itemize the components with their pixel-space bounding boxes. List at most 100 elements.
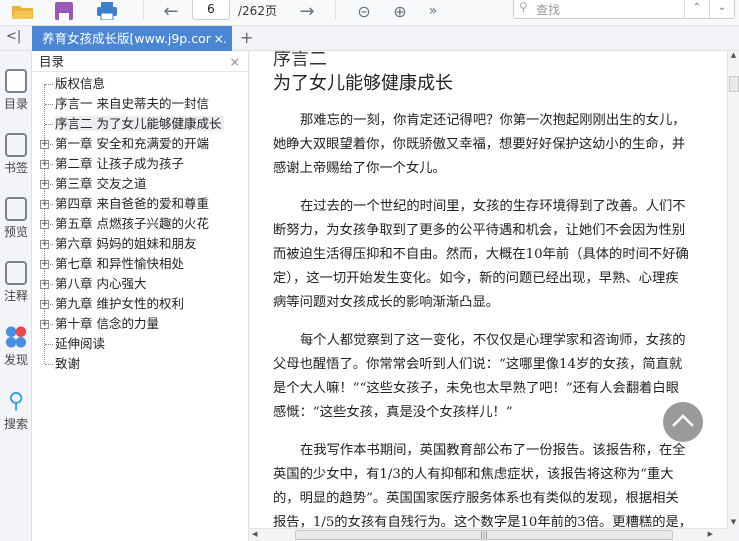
search-prev-button[interactable]: ⌃ [684, 0, 709, 18]
toc-item[interactable]: + 第二章 让孩子成为孩子 [32, 154, 248, 174]
toc-item[interactable]: + 第六章 妈妈的姐妹和朋友 [32, 234, 248, 254]
expand-icon[interactable]: + [40, 140, 49, 149]
rail-item-search[interactable]: ⚲ 搜索 [0, 389, 32, 432]
paragraph: 那难忘的一刻，你肯定还记得吧？你第一次抱起刚刚出生的女儿， 她睁大双眼望着你，你既… [273, 109, 693, 181]
print-icon[interactable] [94, 0, 120, 22]
tab-bar: <| 养育女孩成长版[www.j9p.com]. × + [0, 26, 739, 51]
toc-item[interactable]: + 第十章 信念的力量 [32, 314, 248, 334]
save-icon[interactable] [52, 0, 76, 22]
toc-item[interactable]: + 第八章 内心强大 [32, 274, 248, 294]
paragraph: 在我写作本书期间，英国教育部公布了一份报告。该报告称，在全英国的少女中，有1/3… [273, 439, 693, 528]
toc-item-label: 第二章 让孩子成为孩子 [55, 156, 184, 171]
horizontal-scroll-thumb[interactable]: ||| [295, 530, 673, 540]
horizontal-scrollbar[interactable]: ◀ ||| ▶ [250, 528, 727, 541]
text-line: 定），这一切开始发生变化。如今，新的问题已经出现，早熟、心理疾 [273, 271, 679, 286]
previous-page-arrow-icon[interactable]: ← [158, 0, 184, 22]
text-line: 而被迫生活得压抑和不自由。然而，大概在10年前（具体的时间不好确 [273, 247, 689, 262]
toc-item[interactable]: 序言一 来自史蒂夫的一封信 [32, 94, 248, 114]
toc-item-label: 第八章 内心强大 [55, 276, 147, 291]
toc-item[interactable]: 版权信息 [32, 74, 248, 94]
expand-icon[interactable]: + [40, 200, 49, 209]
toc-item-label: 第四章 来自爸爸的爱和尊重 [55, 196, 209, 211]
rail-item-preview[interactable]: 预览 [0, 197, 32, 240]
text-line: 每个人都觉察到了这一变化，不仅仅是心理学家和咨询师，女孩的 [300, 333, 686, 348]
text-line: 感谢上帝赐给了你一个女儿。 [273, 161, 446, 176]
page-number-input[interactable]: 6 [192, 0, 230, 20]
toc-item-label: 序言一 来自史蒂夫的一封信 [55, 96, 209, 111]
toc-item[interactable]: + 第七章 和异性愉快相处 [32, 254, 248, 274]
bookmark-icon [5, 133, 27, 157]
text-line: 感慨：“这些女孩，真是没个女孩样儿！” [273, 405, 513, 420]
open-folder-icon[interactable] [10, 0, 36, 22]
expand-icon[interactable]: + [40, 280, 49, 289]
toc-item[interactable]: + 第五章 点燃孩子兴趣的火花 [32, 214, 248, 234]
toc-item[interactable]: + 第一章 安全和充满爱的开端 [32, 134, 248, 154]
rail-item-annotations[interactable]: 注释 [0, 261, 32, 304]
text-line: 是个大人嘛！”“这些女孩子，未免也太早熟了吧！”还有人会翻着白眼 [273, 381, 680, 396]
collapse-sidebar-icon[interactable]: <| [6, 29, 21, 44]
magnifier-icon: ⚲ [7, 389, 25, 414]
zoom-in-icon[interactable]: ⊕ [388, 0, 412, 22]
new-tab-button[interactable]: + [240, 28, 253, 47]
rail-item-toc[interactable]: 目录 [0, 69, 32, 112]
list-icon [5, 69, 27, 93]
toc-item[interactable]: + 第三章 交友之道 [32, 174, 248, 194]
tab-close-button[interactable]: × [210, 26, 224, 51]
rail-label: 预览 [3, 225, 28, 239]
text-line: 报告，1/5的女孩有自残行为。这个数字是10年前的3倍。更糟糕的是， [273, 515, 693, 528]
zoom-out-icon[interactable]: ⊝ [352, 0, 376, 22]
toc-item[interactable]: 延伸阅读 [32, 334, 248, 354]
paragraph: 每个人都觉察到了这一变化，不仅仅是心理学家和咨询师，女孩的父母也醒悟了。你常常会… [273, 329, 693, 425]
toc-header: 目录 × [32, 51, 248, 72]
text-line: 她睁大双眼望着你，你既骄傲又幸福，想要好好保护这幼小的生命，并 [273, 137, 686, 152]
toc-panel: 目录 × 版权信息序言一 来自史蒂夫的一封信序言二 为了女儿能够健康成长 + 第一章 … [32, 51, 249, 541]
document-page: 序言二 为了女儿能够健康成长 那难忘的一刻，你肯定还记得吧？你第一次抱起刚刚出生… [250, 51, 727, 528]
expand-icon[interactable]: + [40, 260, 49, 269]
rail-label: 注释 [3, 289, 28, 303]
rail-item-bookmarks[interactable]: 书签 [0, 133, 32, 176]
more-icon[interactable]: » [424, 0, 442, 22]
expand-icon[interactable]: + [40, 300, 49, 309]
rail-item-discover[interactable]: 发现 [0, 325, 32, 368]
text-line: 在我写作本书期间，英国教育部公布了一份报告。该报告称，在全 [300, 443, 686, 458]
search-input[interactable]: 查找 [536, 1, 560, 18]
search-next-button[interactable]: ⌄ [709, 0, 734, 18]
rail-label: 发现 [3, 353, 28, 367]
toc-item-label: 第九章 维护女性的权利 [55, 296, 184, 311]
expand-icon[interactable]: + [40, 220, 49, 229]
toc-item[interactable]: + 第四章 来自爸爸的爱和尊重 [32, 194, 248, 214]
toc-item[interactable]: 致谢 [32, 354, 248, 374]
next-page-arrow-icon[interactable]: → [294, 0, 320, 22]
toc-item-label: 第三章 交友之道 [55, 176, 147, 191]
tab-title: 养育女孩成长版[www.j9p.com]. [42, 31, 227, 46]
text-line: 父母也醒悟了。你常常会听到人们说：“这哪里像14岁的女孩，简直就 [273, 357, 683, 372]
rail-label: 书签 [3, 161, 28, 175]
page-total: /262页 [238, 4, 277, 18]
toc-close-button[interactable]: × [230, 51, 240, 72]
text-line: 英国的少女中，有1/3的人有抑郁和焦虑症状，该报告将这称为“重大 [273, 467, 674, 482]
toc-tree: 版权信息序言一 来自史蒂夫的一封信序言二 为了女儿能够健康成长 + 第一章 安全和充… [32, 74, 248, 374]
toc-title: 目录 [39, 54, 65, 69]
toc-item[interactable]: + 第九章 维护女性的权利 [32, 294, 248, 314]
tab-document[interactable]: 养育女孩成长版[www.j9p.com]. × [32, 26, 232, 51]
expand-icon[interactable]: + [40, 160, 49, 169]
text-line: 病等问题对女孩成长的影响渐渐凸显。 [273, 295, 500, 310]
sidebar-rail: 目录 书签 预览 注释 发现 ⚲ 搜索 [0, 51, 32, 541]
expand-icon[interactable]: + [40, 320, 49, 329]
toolbar: ← 6 /262页 → ⊝ ⊕ » ⚲ 查找 ⌃ ⌄ [0, 0, 739, 26]
expand-icon[interactable]: + [40, 180, 49, 189]
toc-item[interactable]: 序言二 为了女儿能够健康成长 [32, 114, 248, 134]
toc-item-label: 第十章 信念的力量 [55, 316, 159, 331]
toc-item-label: 第五章 点燃孩子兴趣的火花 [55, 216, 209, 231]
toc-item-label: 延伸阅读 [55, 336, 106, 351]
text-line: 的，明显的趋势”。英国国家医疗服务体系也有类似的发现，根据相关 [273, 491, 679, 506]
vertical-scrollbar[interactable]: ▲ ▼ [727, 51, 739, 528]
vertical-scroll-thumb[interactable] [729, 76, 739, 92]
back-to-top-button[interactable] [663, 402, 703, 442]
search-box[interactable]: ⚲ 查找 ⌃ ⌄ [513, 0, 735, 19]
expand-icon[interactable]: + [40, 240, 49, 249]
paragraph: 在过去的一个世纪的时间里，女孩的生存环境得到了改善。人们不 断努力，为女孩争取到了… [273, 195, 693, 315]
rail-label: 目录 [3, 97, 28, 111]
toc-item-label: 致谢 [55, 356, 81, 371]
preview-icon [5, 197, 27, 221]
